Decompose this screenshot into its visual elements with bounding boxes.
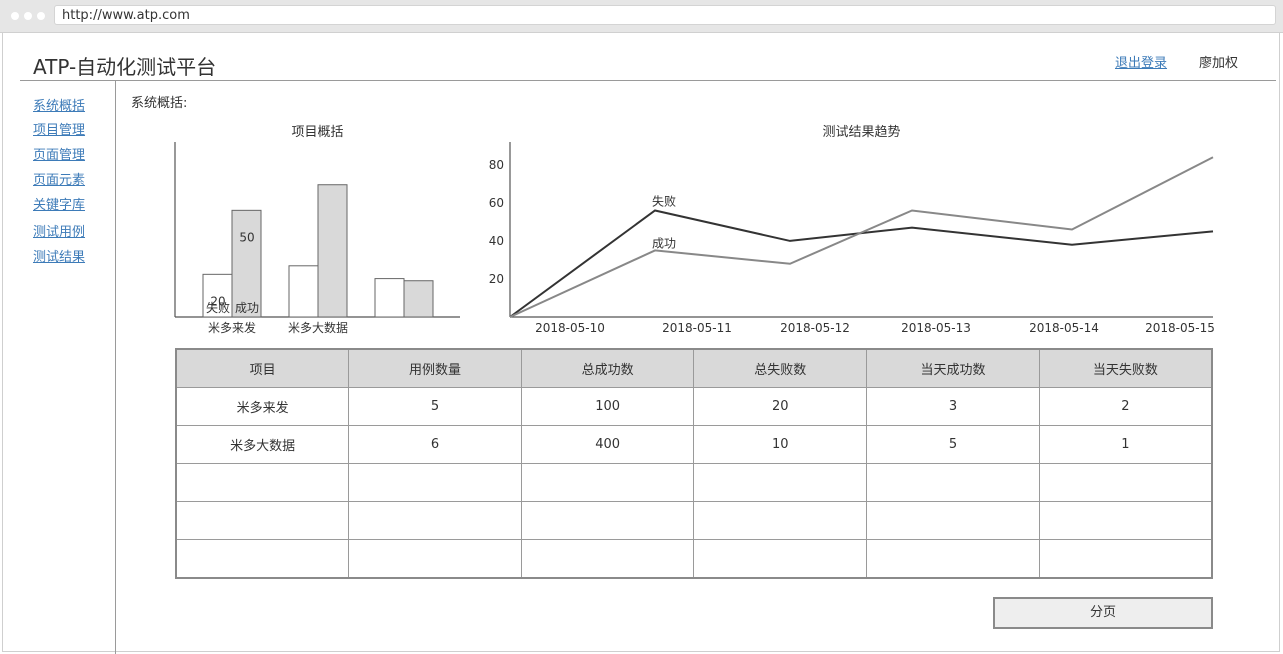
y-tick-label: 80 [489, 158, 504, 172]
window-dot-icon [11, 12, 19, 20]
bar [288, 265, 319, 318]
table-cell [693, 501, 868, 540]
series-label: 失败 [206, 300, 230, 315]
header-divider [20, 80, 1276, 81]
column-header-total-failure: 总失败数 [693, 348, 868, 388]
sidebar-item-keyword-library[interactable]: 关键字库 [33, 194, 85, 213]
table-cell: 10 [693, 425, 868, 464]
section-label: 系统概括: [131, 96, 188, 111]
window-dot-icon [24, 12, 32, 20]
address-bar[interactable]: http://www.atp.com [54, 5, 1276, 25]
series-line [509, 209, 1214, 318]
window-dot-icon [37, 12, 45, 20]
table-cell: 100 [520, 387, 695, 426]
table-cell [866, 539, 1040, 579]
table-cell: 1 [1038, 425, 1213, 464]
table-cell [520, 539, 695, 579]
pagination-button[interactable]: 分页 [993, 597, 1213, 629]
bar [374, 278, 405, 318]
table-cell: 5 [866, 425, 1040, 464]
table-cell [1038, 463, 1213, 502]
series-line [509, 156, 1214, 318]
table-row [175, 463, 1213, 502]
y-tick-label: 60 [489, 196, 504, 210]
column-header-today-success: 当天成功数 [866, 348, 1040, 388]
bar [317, 184, 348, 318]
table-cell [175, 539, 350, 579]
table-cell: 400 [520, 425, 695, 464]
table-cell [175, 501, 350, 540]
x-tick-label: 2018-05-15 [1145, 321, 1215, 335]
table-cell [1038, 501, 1213, 540]
series-label: 成功 [652, 236, 676, 250]
table-cell: 米多大数据 [175, 425, 350, 464]
sidebar-item-project-management[interactable]: 项目管理 [33, 119, 85, 138]
table-cell [348, 501, 522, 540]
table-cell: 20 [693, 387, 868, 426]
bar-chart: 米多来发 米多大数据2050失败 成功 [174, 142, 460, 335]
column-header-case-count: 用例数量 [348, 348, 522, 388]
series-label: 成功 [235, 301, 259, 315]
table-cell: 米多来发 [175, 387, 350, 426]
table-cell: 5 [348, 387, 522, 426]
table-cell [693, 539, 868, 579]
app-title: ATP-自动化测试平台 [33, 55, 217, 79]
user-name: 廖加权 [1199, 56, 1239, 71]
table-row: 米多来发 5 100 20 3 2 [175, 387, 1213, 426]
y-tick-label: 40 [489, 234, 504, 248]
bar [403, 280, 434, 318]
table-cell [693, 463, 868, 502]
sidebar-item-test-results[interactable]: 测试结果 [33, 246, 85, 265]
table-row [175, 501, 1213, 540]
y-tick-label: 20 [489, 272, 504, 286]
table-cell [175, 463, 350, 502]
table-cell [520, 501, 695, 540]
table-header-row: 项目 用例数量 总成功数 总失败数 当天成功数 当天失败数 [175, 348, 1213, 388]
project-stats-table: 项目 用例数量 总成功数 总失败数 当天成功数 当天失败数 米多来发 5 100… [175, 348, 1213, 579]
table-cell [866, 501, 1040, 540]
x-tick-label: 2018-05-12 [780, 321, 850, 335]
table-cell [1038, 539, 1213, 579]
logout-link[interactable]: 退出登录 [1115, 52, 1167, 71]
table-cell [348, 463, 522, 502]
x-tick-label: 2018-05-14 [1029, 321, 1099, 335]
table-cell: 2 [1038, 387, 1213, 426]
sidebar-item-page-elements[interactable]: 页面元素 [33, 169, 85, 188]
x-tick-label: 2018-05-13 [901, 321, 971, 335]
table-row: 米多大数据 6 400 10 5 1 [175, 425, 1213, 464]
sidebar-item-page-management[interactable]: 页面管理 [33, 144, 85, 163]
table-row [175, 539, 1213, 579]
table-cell [520, 463, 695, 502]
browser-toolbar: http://www.atp.com [0, 0, 1283, 33]
line-chart: 20 40 60 80 2018-05-10 2018-05-11 2018-05-12 20… [489, 142, 1215, 335]
x-tick-label: 米多大数据 [288, 320, 348, 335]
column-header-total-success: 总成功数 [520, 348, 695, 388]
series-label: 失败 [652, 193, 676, 208]
table-cell [866, 463, 1040, 502]
x-tick-label: 米多来发 [208, 320, 256, 335]
sidebar-divider [115, 81, 116, 654]
table-cell: 3 [866, 387, 1040, 426]
sidebar-item-test-cases[interactable]: 测试用例 [33, 221, 85, 240]
x-tick-label: 2018-05-10 [535, 321, 605, 335]
table-cell [348, 539, 522, 579]
data-label: 50 [239, 230, 254, 244]
column-header-project: 项目 [175, 348, 350, 388]
table-cell: 6 [348, 425, 522, 464]
x-tick-label: 2018-05-11 [662, 321, 732, 335]
column-header-today-failure: 当天失败数 [1038, 348, 1213, 388]
sidebar-item-system-overview[interactable]: 系统概括 [33, 95, 85, 114]
